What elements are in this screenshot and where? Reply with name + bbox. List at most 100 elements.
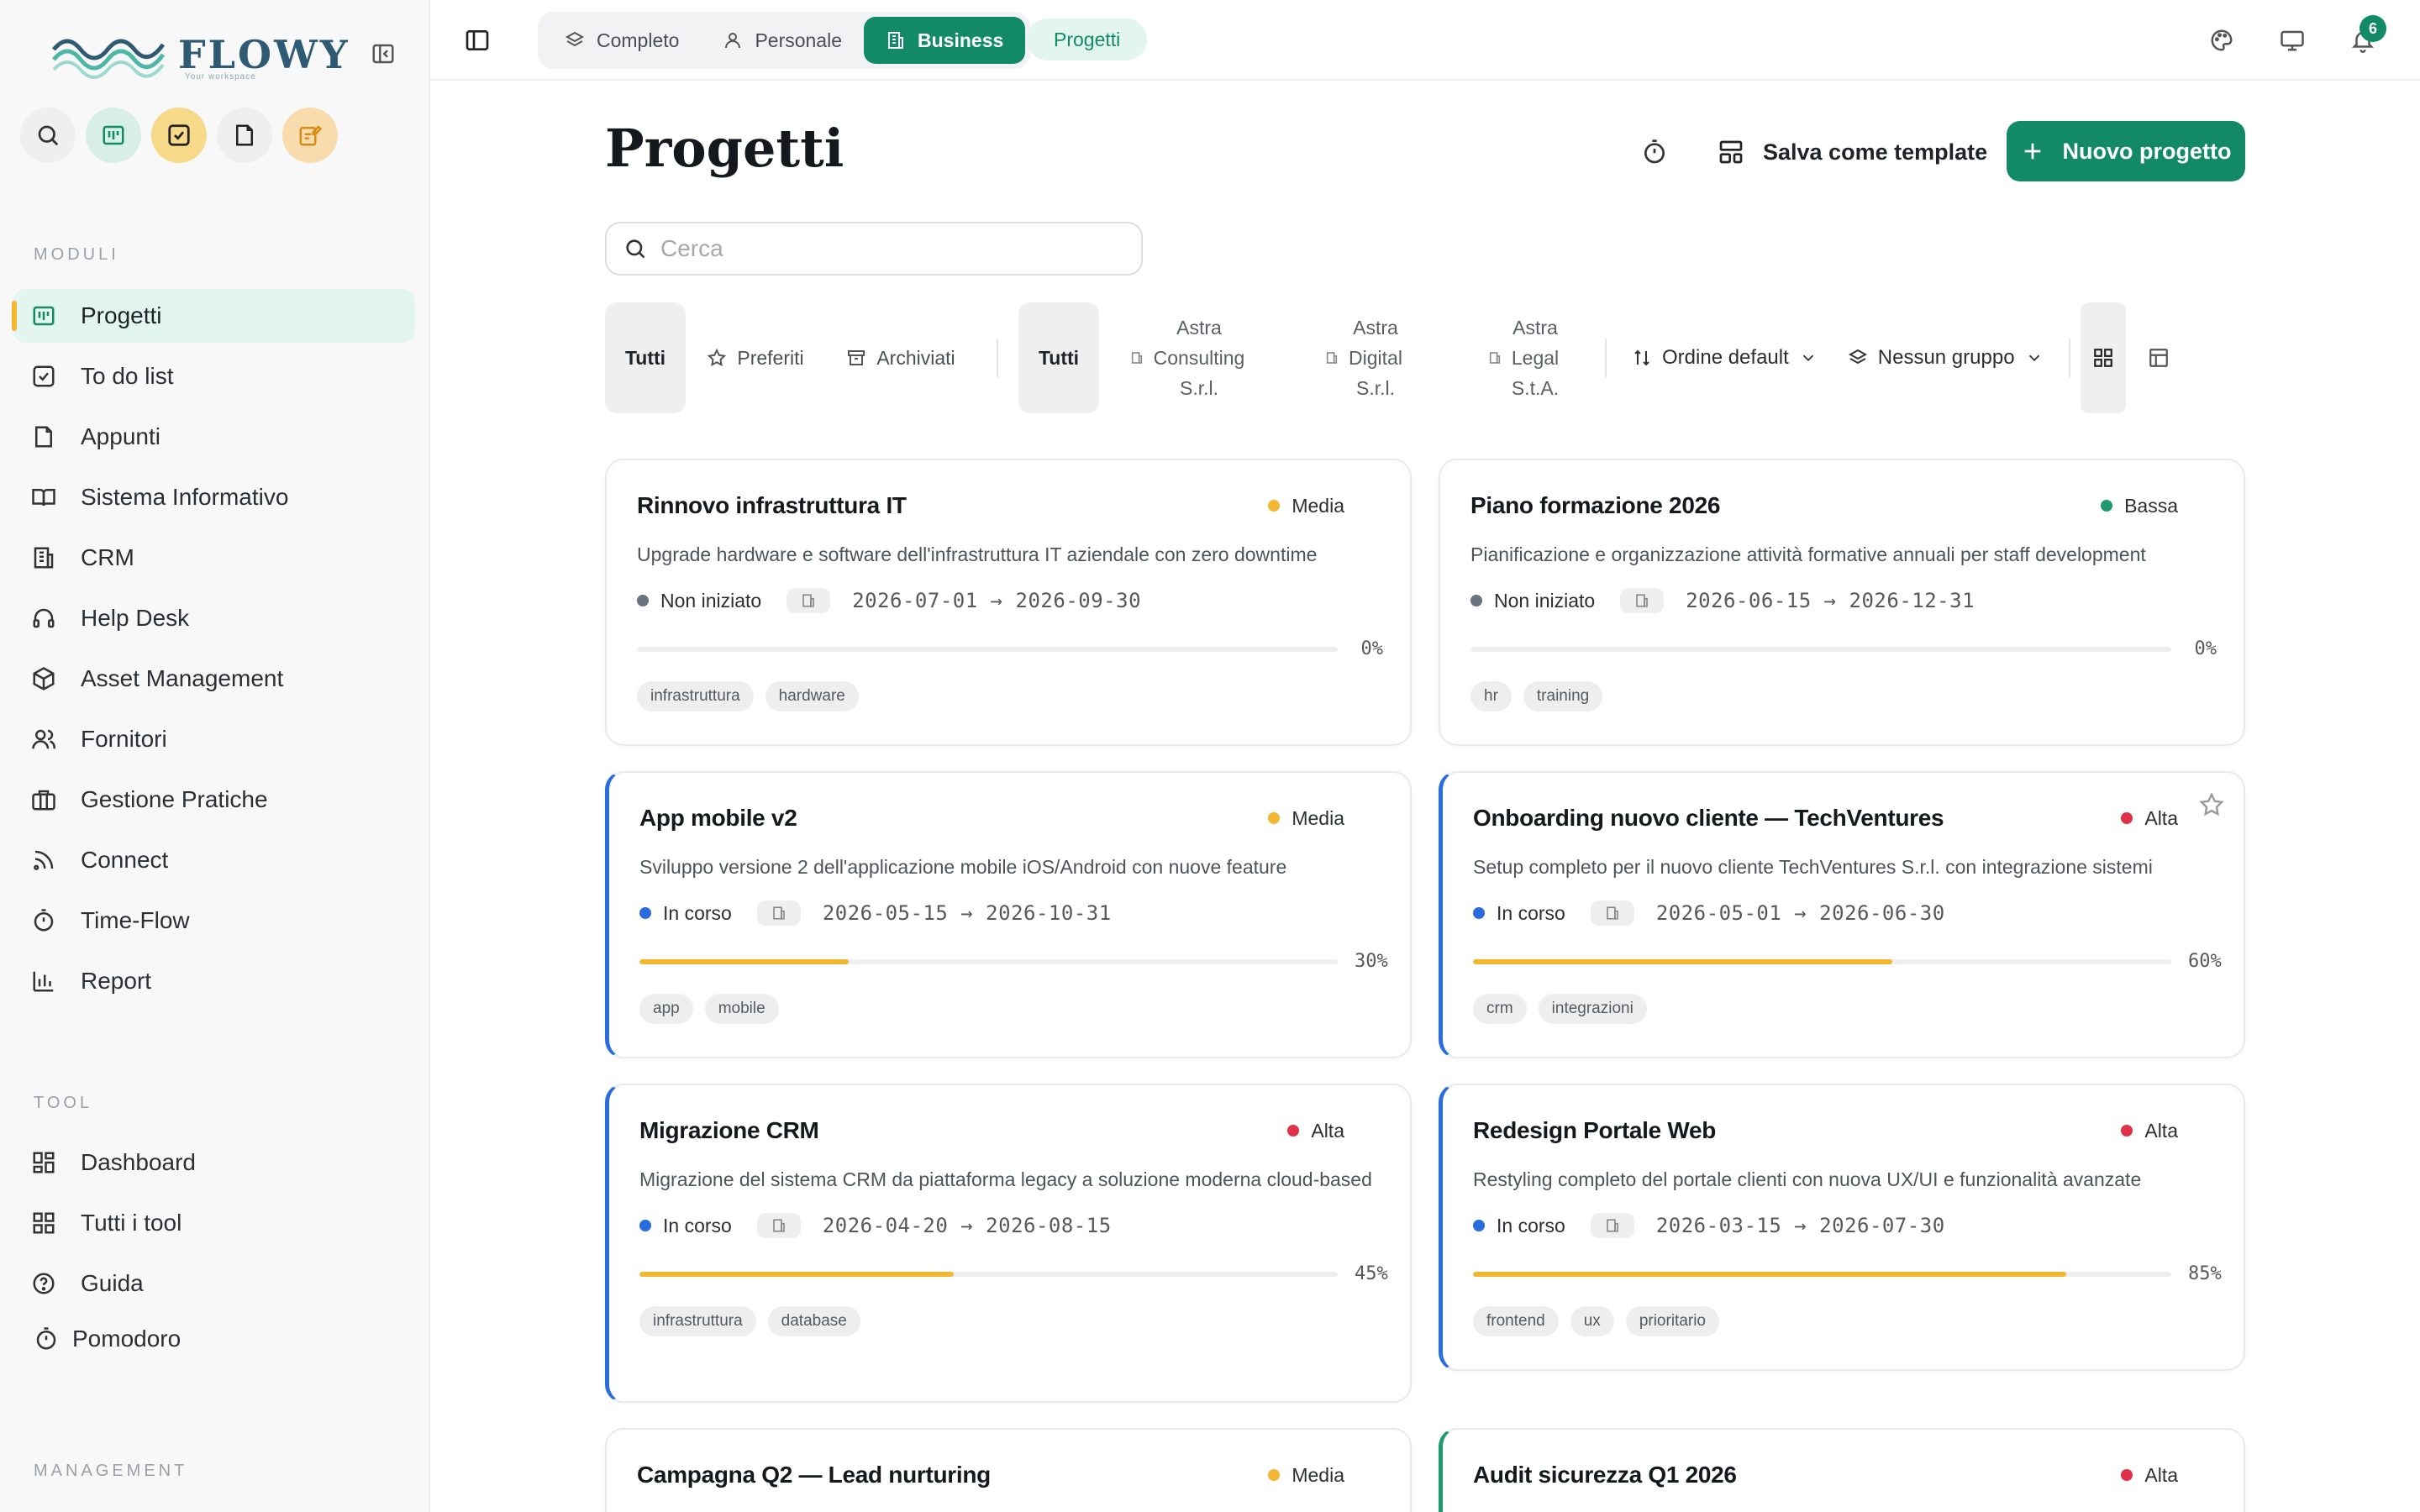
breadcrumb[interactable]: Progetti [1027,18,1148,60]
filter-preferiti[interactable]: Preferiti [686,302,825,413]
project-card[interactable]: Onboarding nuovo cliente — TechVentures … [1439,771,2245,1058]
project-card[interactable]: Campagna Q2 — Lead nurturing Media [605,1428,1412,1512]
tag[interactable]: ux [1570,1306,1614,1336]
priority-dot [1287,1125,1300,1137]
tag[interactable]: hardware [765,681,859,711]
table-view-button[interactable] [2136,302,2181,413]
sidebar-item-connect[interactable]: Connect [13,833,415,887]
project-dates: 2026-05-01 → 2026-06-30 [1655,901,1945,925]
project-card[interactable]: Redesign Portale Web Alta Restyling comp… [1439,1084,2245,1371]
search-input[interactable] [660,235,1114,262]
tag[interactable]: training [1523,681,1603,711]
project-title: Audit sicurezza Q1 2026 [1473,1462,1737,1488]
company-name-line: S.t.A. [1511,377,1560,399]
grid-view-button[interactable] [2080,302,2126,413]
sidebar-item-guida[interactable]: Guida [13,1257,415,1310]
quick-todo-button[interactable] [151,108,207,163]
notifications-button[interactable]: 6 [2344,15,2386,59]
quick-notes-button[interactable] [217,108,272,163]
priority-badge: Alta [2121,807,2178,830]
sidebar-item-tutti-i-tool[interactable]: Tutti i tool [13,1196,415,1250]
filter-tutti[interactable]: Tutti [605,302,686,413]
new-project-button[interactable]: Nuovo progetto [2007,121,2245,181]
order-dropdown[interactable]: Ordine default [1617,346,1833,370]
page-title: Progetti [605,118,844,179]
theme-button[interactable] [2203,22,2240,59]
tag[interactable]: integrazioni [1538,994,1647,1024]
company-filter-astra-consulting[interactable]: Astra Consulting S.r.l. [1099,302,1276,413]
status-label: In corso [1497,901,1565,924]
sidebar-item-sistema-informativo[interactable]: Sistema Informativo [13,470,415,524]
tag[interactable]: database [767,1306,860,1336]
logo[interactable]: FLOWY Your workspace [50,25,350,84]
tag[interactable]: prioritario [1625,1306,1720,1336]
priority-dot [2101,500,2113,512]
display-button[interactable] [2274,22,2311,59]
sidebar-item-time-flow[interactable]: Time-Flow [13,894,415,948]
project-dates: 2026-07-01 → 2026-09-30 [852,589,1142,612]
priority-dot [2121,812,2133,824]
tag[interactable]: infrastruttura [637,681,754,711]
filter-archiviati[interactable]: Archiviati [825,302,976,413]
timer-button[interactable] [1635,133,1674,171]
sidebar-item-help-desk[interactable]: Help Desk [13,591,415,645]
logo-tagline: Your workspace [185,72,256,81]
priority-label: Bassa [2124,494,2178,517]
tag[interactable]: frontend [1473,1306,1559,1336]
workspace-completo[interactable]: Completo [543,17,701,64]
project-card[interactable]: Migrazione CRM Alta Migrazione del siste… [605,1084,1412,1403]
company-filter-astra-digital[interactable]: Astra Digital S.r.l. [1276,302,1452,413]
tag[interactable]: crm [1473,994,1527,1024]
project-card[interactable]: App mobile v2 Media Sviluppo versione 2 … [605,771,1412,1058]
workspace-business[interactable]: Business [864,17,1026,64]
sidebar-item-progetti[interactable]: Progetti [12,289,415,343]
progress-row: 0% [1470,638,2217,659]
tag-list: frontend ux prioritario [1473,1306,2217,1336]
quick-edit-button[interactable] [282,108,338,163]
favorite-button[interactable] [2198,791,2225,822]
save-template-button[interactable]: Salva come template [1718,124,1987,180]
sidebar-item-appunti[interactable]: Appunti [13,410,415,464]
progress-track [1470,646,2171,652]
priority-label: Media [1292,494,1344,517]
tag[interactable]: app [639,994,693,1024]
sidebar-item-gestione-pratiche[interactable]: Gestione Pratiche [13,773,415,827]
note-icon [29,422,59,452]
project-card[interactable]: Rinnovo infrastruttura IT Media Upgrade … [605,459,1412,746]
company-filter-tutti[interactable]: Tutti [1018,302,1099,413]
topbar-actions: 6 [2203,15,2386,59]
company-filter-astra-legal[interactable]: Astra Legal S.t.A. [1452,302,1595,413]
tag[interactable]: infrastruttura [639,1306,756,1336]
user-icon [725,33,741,49]
project-card[interactable]: Audit sicurezza Q1 2026 Alta [1439,1428,2245,1512]
progress-row: 60% [1473,951,2222,972]
progress-track [1473,1271,2171,1277]
panel-icon [466,30,489,50]
sidebar-item-fornitori[interactable]: Fornitori [13,712,415,766]
sidebar-item-label: Progetti [81,302,162,328]
tag[interactable]: mobile [704,994,779,1024]
package-icon [29,664,59,694]
priority-dot [2121,1125,2133,1137]
workspace-label: Personale [755,29,843,51]
project-description: Restyling completo del portale clienti c… [1473,1168,2142,1190]
priority-label: Alta [1311,1119,1344,1142]
project-card[interactable]: Piano formazione 2026 Bassa Pianificazio… [1439,459,2245,746]
collapse-sidebar-button[interactable] [368,39,398,69]
group-label: Nessun gruppo [1877,346,2015,369]
company-name-line: Digital [1349,347,1402,369]
quick-projects-button[interactable] [86,108,141,163]
pomodoro-button[interactable]: Pomodoro [34,1326,181,1352]
sidebar-item-todo[interactable]: To do list [13,349,415,403]
sidebar-item-asset-management[interactable]: Asset Management [13,652,415,706]
wave-logo-icon [52,39,166,79]
sidebar-item-dashboard[interactable]: Dashboard [13,1136,415,1189]
sidebar-item-crm[interactable]: CRM [13,531,415,585]
workspace-personale[interactable]: Personale [701,17,864,64]
grid-icon [2093,349,2112,367]
sidebar-item-report[interactable]: Report [13,954,415,1008]
tag[interactable]: hr [1470,681,1512,711]
quick-search-button[interactable] [20,108,76,163]
group-dropdown[interactable]: Nessun gruppo [1833,346,2059,370]
toggle-panel-button[interactable] [462,25,492,55]
